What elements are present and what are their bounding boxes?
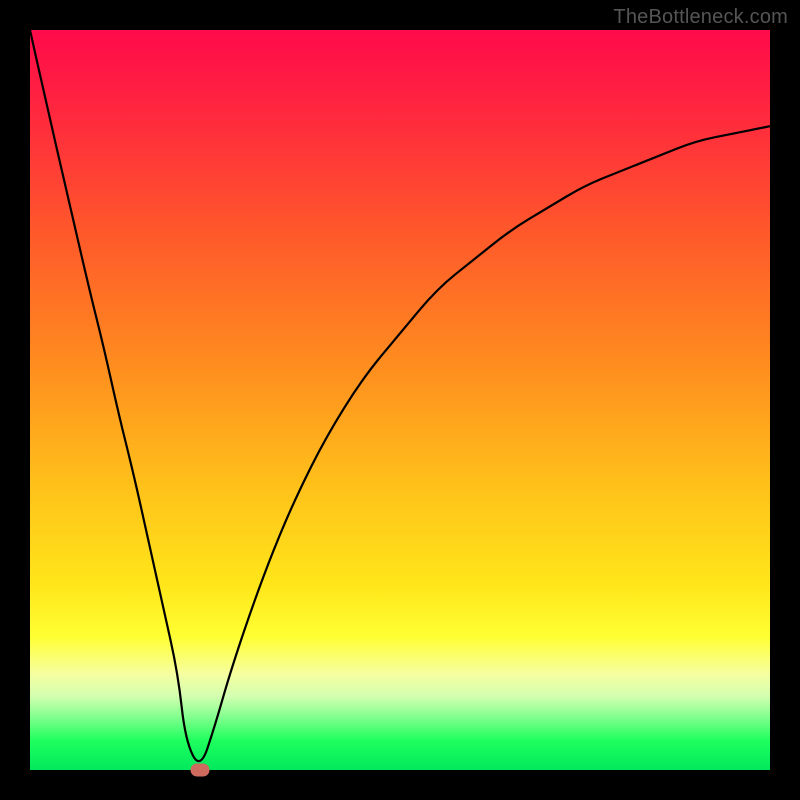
chart-background-gradient — [30, 30, 770, 770]
minimum-point-marker — [191, 764, 210, 777]
bottleneck-chart — [30, 30, 770, 770]
app-frame: TheBottleneck.com — [0, 0, 800, 800]
watermark-text: TheBottleneck.com — [613, 6, 788, 29]
chart-svg — [30, 30, 770, 770]
